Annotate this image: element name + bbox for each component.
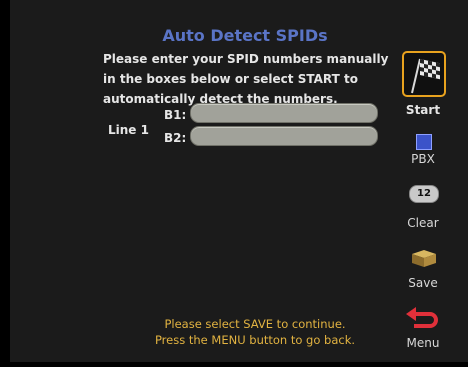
start-button[interactable]: [402, 51, 446, 97]
footer-line-1: Please select SAVE to continue.: [164, 317, 346, 331]
counter-icon-text: 12: [417, 188, 431, 199]
save-label[interactable]: Save: [398, 276, 448, 290]
footer-message: Please select SAVE to continue. Press th…: [140, 316, 370, 348]
pbx-icon[interactable]: [416, 134, 432, 150]
bottom-border: [0, 362, 468, 367]
checkered-flag-icon: [411, 58, 440, 94]
line-label: Line 1: [108, 123, 149, 137]
instruction-line-1: Please enter your SPID numbers manually: [103, 52, 389, 66]
left-border: [0, 0, 10, 367]
start-label[interactable]: Start: [398, 103, 448, 117]
spid-b1-field[interactable]: [190, 103, 378, 123]
spid-b2-field[interactable]: [190, 126, 378, 146]
counter-icon[interactable]: 12: [409, 185, 439, 203]
instructions: Please enter your SPID numbers manually …: [103, 49, 393, 109]
menu-label[interactable]: Menu: [398, 336, 448, 350]
b2-label: B2:: [164, 131, 187, 145]
back-arrow-icon[interactable]: [404, 306, 438, 330]
clear-label[interactable]: Clear: [398, 216, 448, 230]
box-icon[interactable]: [410, 248, 438, 268]
page-title: Auto Detect SPIDs: [162, 26, 328, 45]
footer-line-2: Press the MENU button to go back.: [154, 333, 356, 347]
pbx-label[interactable]: PBX: [398, 152, 448, 166]
instruction-line-2: in the boxes below or select START to: [103, 72, 358, 86]
b1-label: B1:: [164, 108, 187, 122]
